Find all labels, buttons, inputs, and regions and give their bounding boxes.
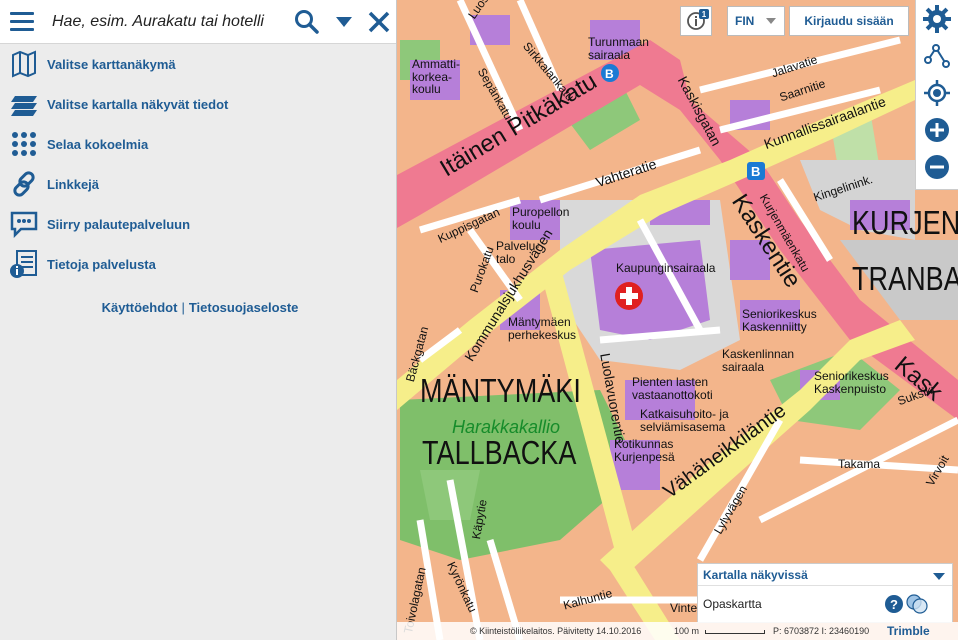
menu-item-layers[interactable]: Valitse kartalla näkyvät tiedot: [0, 84, 396, 124]
map-label-kaskenlinnan-sairaala: Kaskenlinnan sairaala: [722, 347, 795, 374]
menu-item-collections[interactable]: Selaa kokoelmia: [0, 124, 396, 164]
main-menu: Valitse karttanäkymä Valitse kartalla nä…: [0, 44, 396, 284]
trimble-logo[interactable]: Trimble: [887, 624, 930, 638]
caret-down-icon: [766, 14, 777, 28]
gear-icon: [923, 4, 951, 33]
settings-button[interactable]: [916, 0, 958, 37]
info-button[interactable]: 1: [680, 6, 712, 36]
zoom-out-button[interactable]: [916, 148, 958, 185]
map-label-kurjen: KURJEN: [852, 204, 958, 241]
terms-link[interactable]: Käyttöehdot: [102, 300, 178, 315]
scale-bar: [705, 630, 765, 634]
grid-dots-icon: [8, 128, 40, 160]
coordinates-readout: P: 6703872 I: 23460190: [773, 626, 870, 636]
map-label-tranba: TRANBA: [852, 260, 958, 297]
map-label-katkaisuhoito: Katkaisuhoito- ja selviämisasema: [640, 407, 729, 434]
map-label-mantymaki: MÄNTYMÄKI: [420, 372, 581, 409]
copyright-text: © Kiinteistöliikelaitos. Päivitetty 14.1…: [470, 626, 642, 636]
close-icon[interactable]: [361, 0, 397, 44]
map-label-mantymaen-perhekeskus: Mäntymäen perhekeskus: [508, 315, 577, 342]
scale-label: 100 m: [674, 626, 700, 636]
map-label-turunmaan-sairaala: Turunmaan sairaala: [588, 35, 649, 62]
search-bar: [0, 0, 396, 44]
menu-item-label: Valitse kartalla näkyvät tiedot: [47, 96, 229, 112]
search-icon[interactable]: [289, 0, 325, 44]
menu-item-map-view[interactable]: Valitse karttanäkymä: [0, 44, 396, 84]
caret-down-icon[interactable]: [933, 570, 945, 584]
info-document-icon: [8, 248, 40, 280]
measure-nodes-icon: [924, 43, 950, 68]
zoom-in-button[interactable]: [916, 111, 958, 148]
link-separator: |: [181, 300, 185, 315]
menu-item-label: Tietoja palvelusta: [47, 256, 156, 272]
map-label-ammattikorkeakoulu: Ammatti- korkea- koulu: [412, 57, 460, 97]
map-label-tallbacka: TALLBACKA: [422, 434, 577, 471]
locate-button[interactable]: [916, 74, 958, 111]
menu-item-label: Siirry palautepalveluun: [47, 216, 191, 232]
menu-item-feedback[interactable]: Siirry palautepalveluun: [0, 204, 396, 244]
measure-button[interactable]: [916, 37, 958, 74]
crosshair-icon: [924, 79, 950, 106]
visible-layers-panel: Kartalla näkyvissä Opaskartta ?: [697, 563, 953, 623]
search-input[interactable]: [44, 1, 284, 42]
map-label-seniorikeskus-kaskenniitty: Seniorikeskus Kaskenniitty: [742, 307, 817, 334]
map-toolbar: [915, 0, 958, 190]
svg-text:B: B: [751, 164, 760, 179]
chat-bubble-icon: [8, 208, 40, 240]
layers-header[interactable]: Kartalla näkyvissä: [698, 564, 952, 586]
menu-item-links[interactable]: Linkkejä: [0, 164, 396, 204]
layer-row: Opaskartta ?: [698, 586, 952, 622]
login-button[interactable]: Kirjaudu sisään: [789, 6, 909, 36]
link-icon: [8, 168, 40, 200]
map-label-kaupunginsairaala: Kaupunginsairaala: [616, 261, 716, 275]
side-panel: Valitse karttanäkymä Valitse kartalla nä…: [0, 0, 397, 640]
menu-item-label: Valitse karttanäkymä: [47, 56, 176, 72]
map-label-palvelutalo: Palvelu- talo: [496, 239, 540, 266]
menu-item-label: Selaa kokoelmia: [47, 136, 149, 152]
plus-icon: [925, 117, 949, 142]
layers-icon: [8, 88, 40, 120]
map-label-kotikunnas: Kotikunnas Kurjenpesä: [614, 437, 675, 464]
privacy-link[interactable]: Tietosuojaseloste: [189, 300, 299, 315]
map-label-puropellon-koulu: Puropellon koulu: [512, 205, 570, 232]
opacity-circles-icon[interactable]: [906, 594, 928, 617]
map-label-takama: Takama: [838, 457, 881, 471]
layers-title: Kartalla näkyvissä: [703, 567, 808, 582]
status-bar: © Kiinteistöliikelaitos. Päivitetty 14.1…: [397, 622, 958, 640]
hamburger-menu-icon[interactable]: [0, 0, 44, 44]
svg-text:B: B: [605, 67, 614, 81]
caret-down-icon[interactable]: [327, 0, 361, 44]
map-label-vintee: Vinte: [670, 601, 698, 615]
menu-item-label: Linkkejä: [47, 176, 100, 192]
info-badge: 1: [699, 9, 709, 19]
menu-item-about[interactable]: Tietoja palvelusta: [0, 244, 396, 284]
layer-name: Opaskartta: [703, 597, 762, 611]
language-select[interactable]: FIN: [727, 6, 785, 36]
help-icon[interactable]: ?: [885, 595, 903, 613]
map-folded-icon: [8, 48, 40, 80]
language-value: FIN: [735, 14, 755, 28]
map-label-pienten-lasten: Pienten lasten vastaanottokoti: [632, 375, 713, 402]
footer-links: Käyttöehdot | Tietosuojaseloste: [0, 300, 396, 315]
minus-icon: [925, 154, 949, 179]
